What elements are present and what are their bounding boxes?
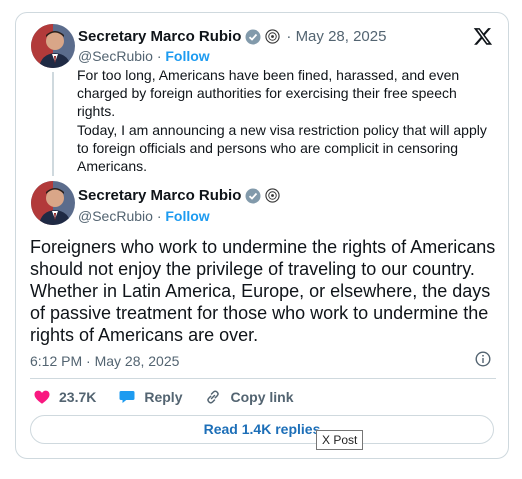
reply-button[interactable]: Reply [118, 388, 182, 406]
thread-connector [52, 72, 54, 176]
follow-button[interactable]: Follow [165, 208, 209, 224]
parent-paragraph-2: Today, I am announcing a new visa restri… [77, 122, 487, 174]
author-handle[interactable]: @SecRubio [78, 48, 153, 64]
post-timestamp[interactable]: 6:12 PM · May 28, 2025 [30, 353, 179, 369]
like-count: 23.7K [59, 389, 97, 405]
action-bar: 23.7K Reply Copy link [33, 388, 316, 406]
copy-link-button[interactable]: Copy link [204, 388, 294, 406]
separator: · [156, 208, 162, 224]
read-replies-button[interactable]: Read 1.4K replies [30, 415, 494, 444]
verified-badge-icon [245, 188, 261, 203]
government-seal-icon [265, 29, 281, 44]
x-logo-icon[interactable] [473, 26, 493, 46]
parent-author-row: Secretary Marco Rubio · May 28, 2025 [78, 28, 386, 45]
reply-label: Reply [144, 389, 183, 405]
post-text: Foreigners who work to undermine the rig… [30, 237, 496, 345]
copy-link-label: Copy link [230, 389, 294, 405]
parent-paragraph-1: For too long, Americans have been fined,… [77, 67, 460, 119]
follow-button[interactable]: Follow [165, 48, 209, 64]
avatar[interactable] [31, 24, 75, 68]
government-seal-icon [265, 188, 281, 203]
post-date[interactable]: May 28, 2025 [296, 28, 387, 45]
reply-icon [119, 391, 135, 403]
like-button[interactable]: 23.7K [33, 388, 96, 406]
parent-handle-row: @SecRubio · Follow [78, 48, 210, 64]
divider [30, 378, 496, 379]
author-handle[interactable]: @SecRubio [78, 208, 153, 224]
author-name[interactable]: Secretary Marco Rubio [78, 28, 241, 45]
separator: · [286, 28, 292, 45]
verified-badge-icon [245, 29, 261, 44]
info-icon[interactable] [475, 351, 491, 367]
avatar[interactable] [31, 181, 75, 225]
heart-icon [34, 390, 50, 404]
main-author-row: Secretary Marco Rubio [78, 187, 281, 204]
author-name[interactable]: Secretary Marco Rubio [78, 187, 241, 204]
separator: · [156, 48, 162, 64]
main-handle-row: @SecRubio · Follow [78, 208, 210, 224]
tooltip: X Post [316, 430, 364, 450]
link-icon [207, 390, 220, 404]
